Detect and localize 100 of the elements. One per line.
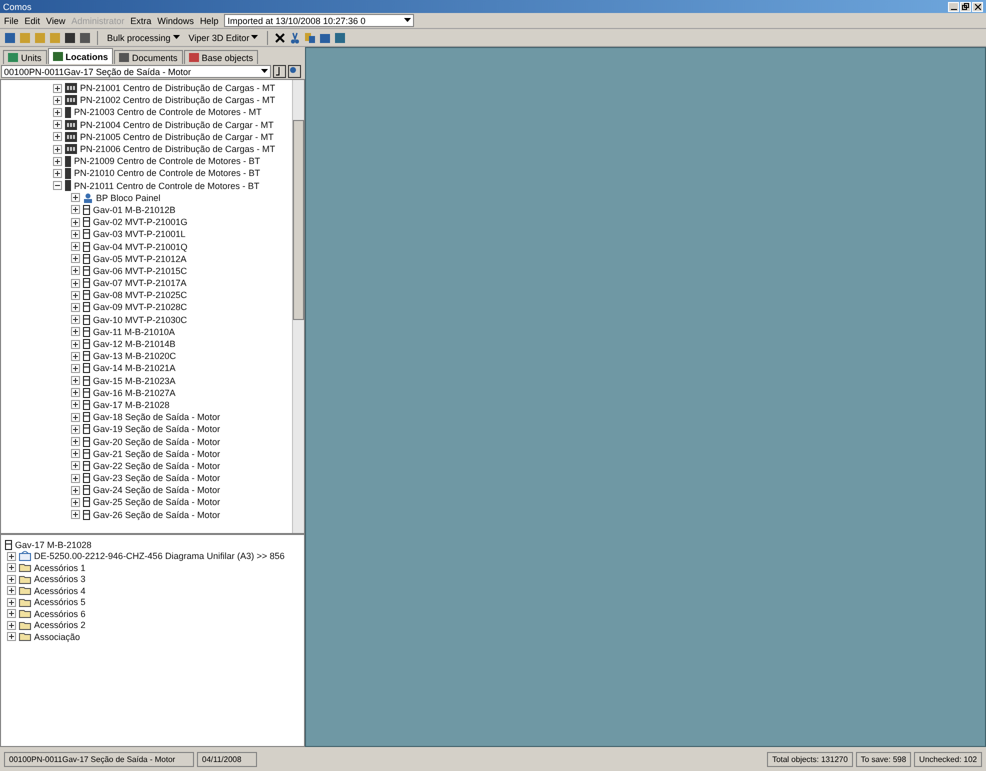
tree-item[interactable]: Gav-26 Seção de Saída - Motor xyxy=(93,510,220,520)
tree-item[interactable]: Gav-23 Seção de Saída - Motor xyxy=(93,473,220,484)
tree-item[interactable]: Gav-05 MVT-P-21012A xyxy=(93,254,187,264)
expand-icon[interactable] xyxy=(71,352,80,361)
expand-icon[interactable] xyxy=(7,563,16,572)
cut-icon[interactable] xyxy=(289,32,302,44)
expand-icon[interactable] xyxy=(71,266,80,276)
expand-icon[interactable] xyxy=(53,84,62,93)
tree-item[interactable]: Gav-19 Seção de Saída - Motor xyxy=(93,424,220,434)
tree-item[interactable]: PN-21011 Centro de Controle de Motores - BT xyxy=(74,180,260,191)
tree-item[interactable]: PN-21006 Centro de Distribução de Cargas - MT xyxy=(80,144,276,154)
detail-item[interactable]: Acessórios 2 xyxy=(34,620,86,630)
tree-item[interactable]: Gav-07 MVT-P-21017A xyxy=(93,278,187,288)
detail-item[interactable]: Acessórios 6 xyxy=(34,608,86,619)
scrollbar[interactable] xyxy=(292,80,304,533)
detail-item[interactable]: Associação xyxy=(34,632,80,642)
menu-item[interactable]: Windows xyxy=(157,16,194,26)
tree-item[interactable]: Gav-14 M-B-21021A xyxy=(93,363,176,374)
tree-item[interactable]: Gav-06 MVT-P-21015C xyxy=(93,266,188,276)
tree-item[interactable]: Gav-24 Seção de Saída - Motor xyxy=(93,485,220,496)
tree-item[interactable]: Gav-08 MVT-P-21025C xyxy=(93,290,188,300)
expand-icon[interactable] xyxy=(71,388,80,398)
expand-icon[interactable] xyxy=(7,552,16,561)
expand-icon[interactable] xyxy=(71,400,80,410)
expand-icon[interactable] xyxy=(53,108,62,117)
tree-item[interactable]: Gav-03 MVT-P-21001L xyxy=(93,229,186,240)
expand-icon[interactable] xyxy=(7,574,16,584)
tree-item[interactable]: Gav-04 MVT-P-21001Q xyxy=(93,242,188,252)
expand-icon[interactable] xyxy=(71,340,80,349)
expand-icon[interactable] xyxy=(53,168,62,178)
expand-icon[interactable] xyxy=(71,290,80,300)
expand-icon[interactable] xyxy=(71,364,80,373)
tree-item[interactable]: Gav-09 MVT-P-21028C xyxy=(93,302,188,312)
tree-item[interactable]: PN-21001 Centro de Distribução de Cargas - MT xyxy=(80,83,276,94)
detail-item[interactable]: Acessórios 5 xyxy=(34,597,86,608)
tree-item[interactable]: PN-21003 Centro de Controle de Motores - MT xyxy=(74,107,262,118)
expand-icon[interactable] xyxy=(7,620,16,630)
tree-item[interactable]: Gav-22 Seção de Saída - Motor xyxy=(93,460,220,471)
expand-icon[interactable] xyxy=(53,132,62,142)
expand-icon[interactable] xyxy=(71,474,80,483)
tree-item[interactable]: Gav-12 M-B-21014B xyxy=(93,339,176,350)
expand-icon[interactable] xyxy=(71,461,80,470)
tab[interactable]: Units xyxy=(3,50,47,64)
tree-item[interactable]: Gav-16 M-B-21027A xyxy=(93,388,176,398)
tree-item[interactable]: Gav-01 M-B-21012B xyxy=(93,204,176,215)
expand-icon[interactable] xyxy=(71,278,80,288)
menu-item[interactable]: View xyxy=(46,16,66,26)
copy-icon[interactable] xyxy=(304,32,316,44)
expand-icon[interactable] xyxy=(71,254,80,264)
expand-icon[interactable] xyxy=(7,632,16,642)
expand-icon[interactable] xyxy=(53,96,62,105)
tree-item[interactable]: PN-21010 Centro de Controle de Motores - BT xyxy=(74,168,260,178)
tree-item[interactable]: Gav-02 MVT-P-21001G xyxy=(93,217,188,228)
delete-icon[interactable] xyxy=(274,32,286,44)
expand-icon[interactable] xyxy=(71,315,80,324)
toolbar-icon[interactable] xyxy=(4,32,16,44)
expand-icon[interactable] xyxy=(71,230,80,239)
expand-icon[interactable] xyxy=(7,609,16,618)
tree-item[interactable]: Gav-10 MVT-P-21030C xyxy=(93,314,188,325)
tree-item[interactable]: Gav-25 Seção de Saída - Motor xyxy=(93,497,220,508)
tree-item[interactable]: Gav-15 M-B-21023A xyxy=(93,376,176,386)
expand-icon[interactable] xyxy=(71,412,80,422)
menu-item[interactable]: Extra xyxy=(130,16,152,26)
toolbar-icon[interactable] xyxy=(64,32,76,44)
expand-icon[interactable] xyxy=(71,205,80,214)
minimize-button[interactable] xyxy=(948,2,959,12)
tree-item[interactable]: PN-21004 Centro de Distribução de Cargar - MT xyxy=(80,120,274,130)
tree-item[interactable]: Gav-13 M-B-21020C xyxy=(93,351,176,362)
menu-item[interactable]: Edit xyxy=(24,16,40,26)
expand-icon[interactable] xyxy=(53,144,62,154)
tree-item[interactable]: Gav-21 Seção de Saída - Motor xyxy=(93,448,220,459)
expand-icon[interactable] xyxy=(7,598,16,607)
detail-item[interactable]: DE-5250.00-2212-946-CHZ-456 Diagrama Unifilar (A3) >> 856 xyxy=(34,551,285,562)
location-dropdown[interactable]: 00100PN-0011Gav-17 Seção de Saída - Motor xyxy=(1,65,271,78)
tree-item[interactable]: PN-21005 Centro de Distribução de Cargar - MT xyxy=(80,132,274,142)
expand-icon[interactable] xyxy=(7,586,16,596)
expand-icon[interactable] xyxy=(71,193,80,202)
detail-item[interactable]: Acessórios 1 xyxy=(34,562,86,573)
expand-icon[interactable] xyxy=(71,449,80,458)
collapse-icon[interactable] xyxy=(53,181,62,190)
expand-icon[interactable] xyxy=(71,498,80,507)
tree-item[interactable]: BP Bloco Painel xyxy=(96,192,160,203)
expand-icon[interactable] xyxy=(71,424,80,434)
tree-item[interactable]: Gav-11 M-B-21010A xyxy=(93,326,175,337)
tree-item[interactable]: PN-21002 Centro de Distribução de Cargas - MT xyxy=(80,95,276,106)
import-dropdown[interactable]: Imported at 13/10/2008 10:27:36 0 xyxy=(224,14,414,27)
expand-icon[interactable] xyxy=(71,510,80,520)
tree-item[interactable]: Gav-20 Seção de Saída - Motor xyxy=(93,436,220,447)
expand-icon[interactable] xyxy=(71,242,80,252)
expand-icon[interactable] xyxy=(71,376,80,386)
expand-icon[interactable] xyxy=(53,156,62,166)
expand-icon[interactable] xyxy=(71,302,80,312)
expand-icon[interactable] xyxy=(53,120,62,130)
restore-button[interactable] xyxy=(960,2,971,12)
toolbar-button[interactable]: Viper 3D Editor xyxy=(186,30,262,45)
menu-item[interactable]: Help xyxy=(200,16,218,26)
toolbar-button[interactable]: Bulk processing xyxy=(104,30,183,45)
expand-icon[interactable] xyxy=(71,218,80,227)
tab[interactable]: Locations xyxy=(48,48,114,64)
expand-icon[interactable] xyxy=(71,437,80,446)
